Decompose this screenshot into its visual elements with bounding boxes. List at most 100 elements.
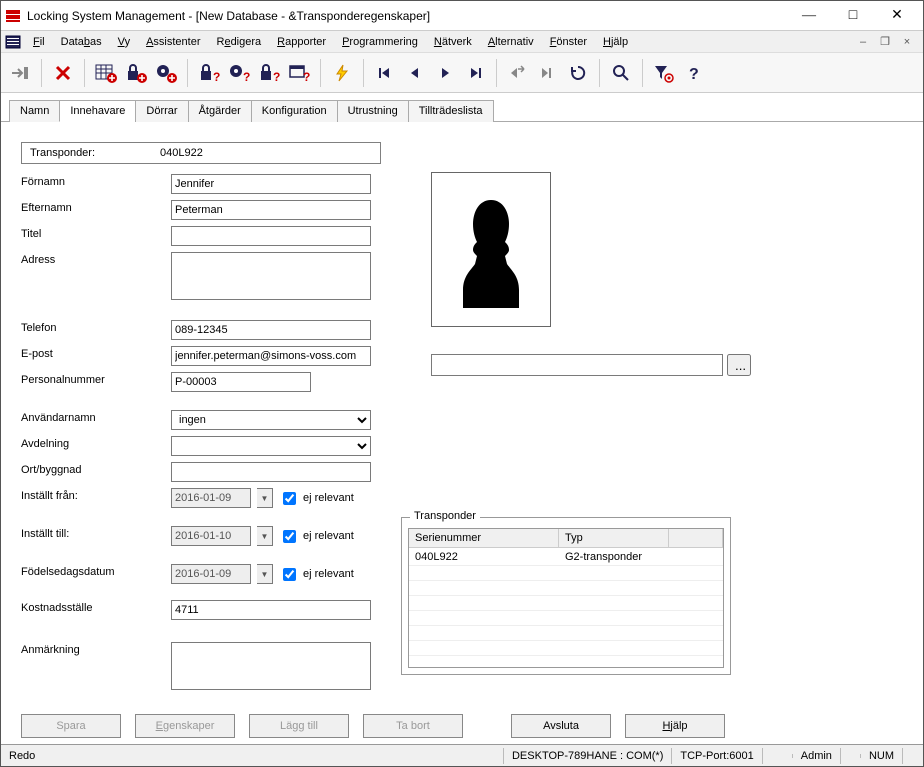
table-row[interactable]: 040L922 G2-transponder xyxy=(409,548,723,566)
bday-irrelevant-label: ej relevant xyxy=(303,568,354,580)
tb-filter-settings-icon[interactable] xyxy=(649,58,679,88)
status-bar: Redo DESKTOP-789HANE : COM(*) TCP-Port:6… xyxy=(1,744,923,766)
tab-atgarder[interactable]: Åtgärder xyxy=(188,100,252,122)
to-date-dropdown[interactable]: ▼ xyxy=(257,526,273,546)
tb-delete-icon[interactable] xyxy=(48,58,78,88)
title-label: Titel xyxy=(21,226,171,240)
transponder-group: Transponder Serienummer Typ 040L922 G2-t… xyxy=(401,517,731,675)
from-irrelevant-checkbox[interactable] xyxy=(283,492,296,505)
tb-refresh-icon[interactable] xyxy=(563,58,593,88)
menu-fonster[interactable]: Fönster xyxy=(542,34,595,50)
tb-matrix-add-icon[interactable] xyxy=(91,58,121,88)
svg-text:?: ? xyxy=(243,70,250,83)
menu-vy[interactable]: Vy xyxy=(110,34,138,50)
bday-date-dropdown[interactable]: ▼ xyxy=(257,564,273,584)
tb-lock-add-icon[interactable] xyxy=(121,58,151,88)
dept-select[interactable] xyxy=(171,436,371,456)
to-date-input xyxy=(171,526,251,546)
tb-help-icon[interactable]: ? xyxy=(679,58,709,88)
tb-first-icon[interactable] xyxy=(370,58,400,88)
menu-hjalp[interactable]: Hjälp xyxy=(595,34,636,50)
tb-lock-help-icon[interactable]: ? xyxy=(194,58,224,88)
tab-utrustning[interactable]: Utrustning xyxy=(337,100,409,122)
loc-input[interactable] xyxy=(171,462,371,482)
transponder-list[interactable]: Serienummer Typ 040L922 G2-transponder xyxy=(408,528,724,668)
help-button[interactable]: Hjälp xyxy=(625,714,725,738)
add-button[interactable]: Lägg till xyxy=(249,714,349,738)
to-irrelevant-label: ej relevant xyxy=(303,530,354,542)
col-type[interactable]: Typ xyxy=(559,529,669,547)
menu-natverk[interactable]: Nätverk xyxy=(426,34,480,50)
note-input[interactable] xyxy=(171,642,371,690)
exit-button[interactable]: Avsluta xyxy=(511,714,611,738)
status-ready: Redo xyxy=(1,748,504,764)
maximize-button[interactable]: □ xyxy=(831,2,875,30)
tb-lock2-help-icon[interactable]: ? xyxy=(254,58,284,88)
tb-login-icon[interactable] xyxy=(5,58,35,88)
bday-irrelevant-checkbox[interactable] xyxy=(283,568,296,581)
tb-app-help-icon[interactable]: ? xyxy=(284,58,314,88)
tab-namn[interactable]: Namn xyxy=(9,100,60,122)
transponder-group-legend: Transponder xyxy=(410,510,480,522)
menu-databas[interactable]: Databas xyxy=(53,34,110,50)
to-irrelevant-checkbox[interactable] xyxy=(283,530,296,543)
photo-browse-button[interactable]: ... xyxy=(727,354,751,376)
cc-label: Kostnadsställe xyxy=(21,600,171,614)
mdi-restore-button[interactable]: ❐ xyxy=(877,34,893,50)
save-button[interactable]: Spara xyxy=(21,714,121,738)
svg-text:?: ? xyxy=(273,70,280,83)
firstname-input[interactable] xyxy=(171,174,371,194)
photo-path-input[interactable] xyxy=(431,354,723,376)
window-title: Locking System Management - [New Databas… xyxy=(27,9,787,23)
tb-prev-icon[interactable] xyxy=(400,58,430,88)
tb-flash-icon[interactable] xyxy=(327,58,357,88)
tb-transponder-add-icon[interactable] xyxy=(151,58,181,88)
phone-input[interactable] xyxy=(171,320,371,340)
properties-button[interactable]: Egenskaper xyxy=(135,714,235,738)
menu-bar: Fil Databas Vy Assistenter Redigera Rapp… xyxy=(1,31,923,53)
menu-alternativ[interactable]: Alternativ xyxy=(480,34,542,50)
tab-tilltradeslista[interactable]: Tillträdeslista xyxy=(408,100,494,122)
tb-skip-back-icon[interactable] xyxy=(503,58,533,88)
email-label: E-post xyxy=(21,346,171,360)
mdi-minimize-button[interactable]: – xyxy=(855,34,871,50)
tb-last-icon[interactable] xyxy=(460,58,490,88)
username-select[interactable]: ingen xyxy=(171,410,371,430)
tb-skip-fwd-icon[interactable] xyxy=(533,58,563,88)
cc-input[interactable] xyxy=(171,600,371,620)
tab-dorrar[interactable]: Dörrar xyxy=(135,100,188,122)
status-host: DESKTOP-789HANE : COM(*) xyxy=(504,748,672,764)
tb-transponder-help-icon[interactable]: ? xyxy=(224,58,254,88)
tb-search-icon[interactable] xyxy=(606,58,636,88)
lastname-input[interactable] xyxy=(171,200,371,220)
mdi-close-button[interactable]: × xyxy=(899,34,915,50)
email-input[interactable] xyxy=(171,346,371,366)
col-serial[interactable]: Serienummer xyxy=(409,529,559,547)
tab-innehavare[interactable]: Innehavare xyxy=(59,100,136,122)
pno-input[interactable] xyxy=(171,372,311,392)
minimize-button[interactable]: — xyxy=(787,2,831,30)
dept-label: Avdelning xyxy=(21,436,171,450)
menu-fil[interactable]: Fil xyxy=(25,34,53,50)
tab-konfiguration[interactable]: Konfiguration xyxy=(251,100,338,122)
menu-rapporter[interactable]: Rapporter xyxy=(269,34,334,50)
bday-date-input xyxy=(171,564,251,584)
transponder-header-value: 040L922 xyxy=(160,147,203,159)
address-input[interactable] xyxy=(171,252,371,300)
transponder-list-header: Serienummer Typ xyxy=(409,529,723,548)
col-empty[interactable] xyxy=(669,529,723,547)
menu-assistenter[interactable]: Assistenter xyxy=(138,34,208,50)
phone-label: Telefon xyxy=(21,320,171,334)
loc-label: Ort/byggnad xyxy=(21,462,171,476)
tb-next-icon[interactable] xyxy=(430,58,460,88)
from-date-input xyxy=(171,488,251,508)
menu-redigera[interactable]: Redigera xyxy=(208,34,269,50)
title-input[interactable] xyxy=(171,226,371,246)
menu-programmering[interactable]: Programmering xyxy=(334,34,426,50)
address-label: Adress xyxy=(21,252,171,266)
close-button[interactable]: ✕ xyxy=(875,2,919,30)
username-label: Användarnamn xyxy=(21,410,171,424)
from-date-dropdown[interactable]: ▼ xyxy=(257,488,273,508)
bday-label: Födelsedagsdatum xyxy=(21,564,171,578)
delete-button[interactable]: Ta bort xyxy=(363,714,463,738)
